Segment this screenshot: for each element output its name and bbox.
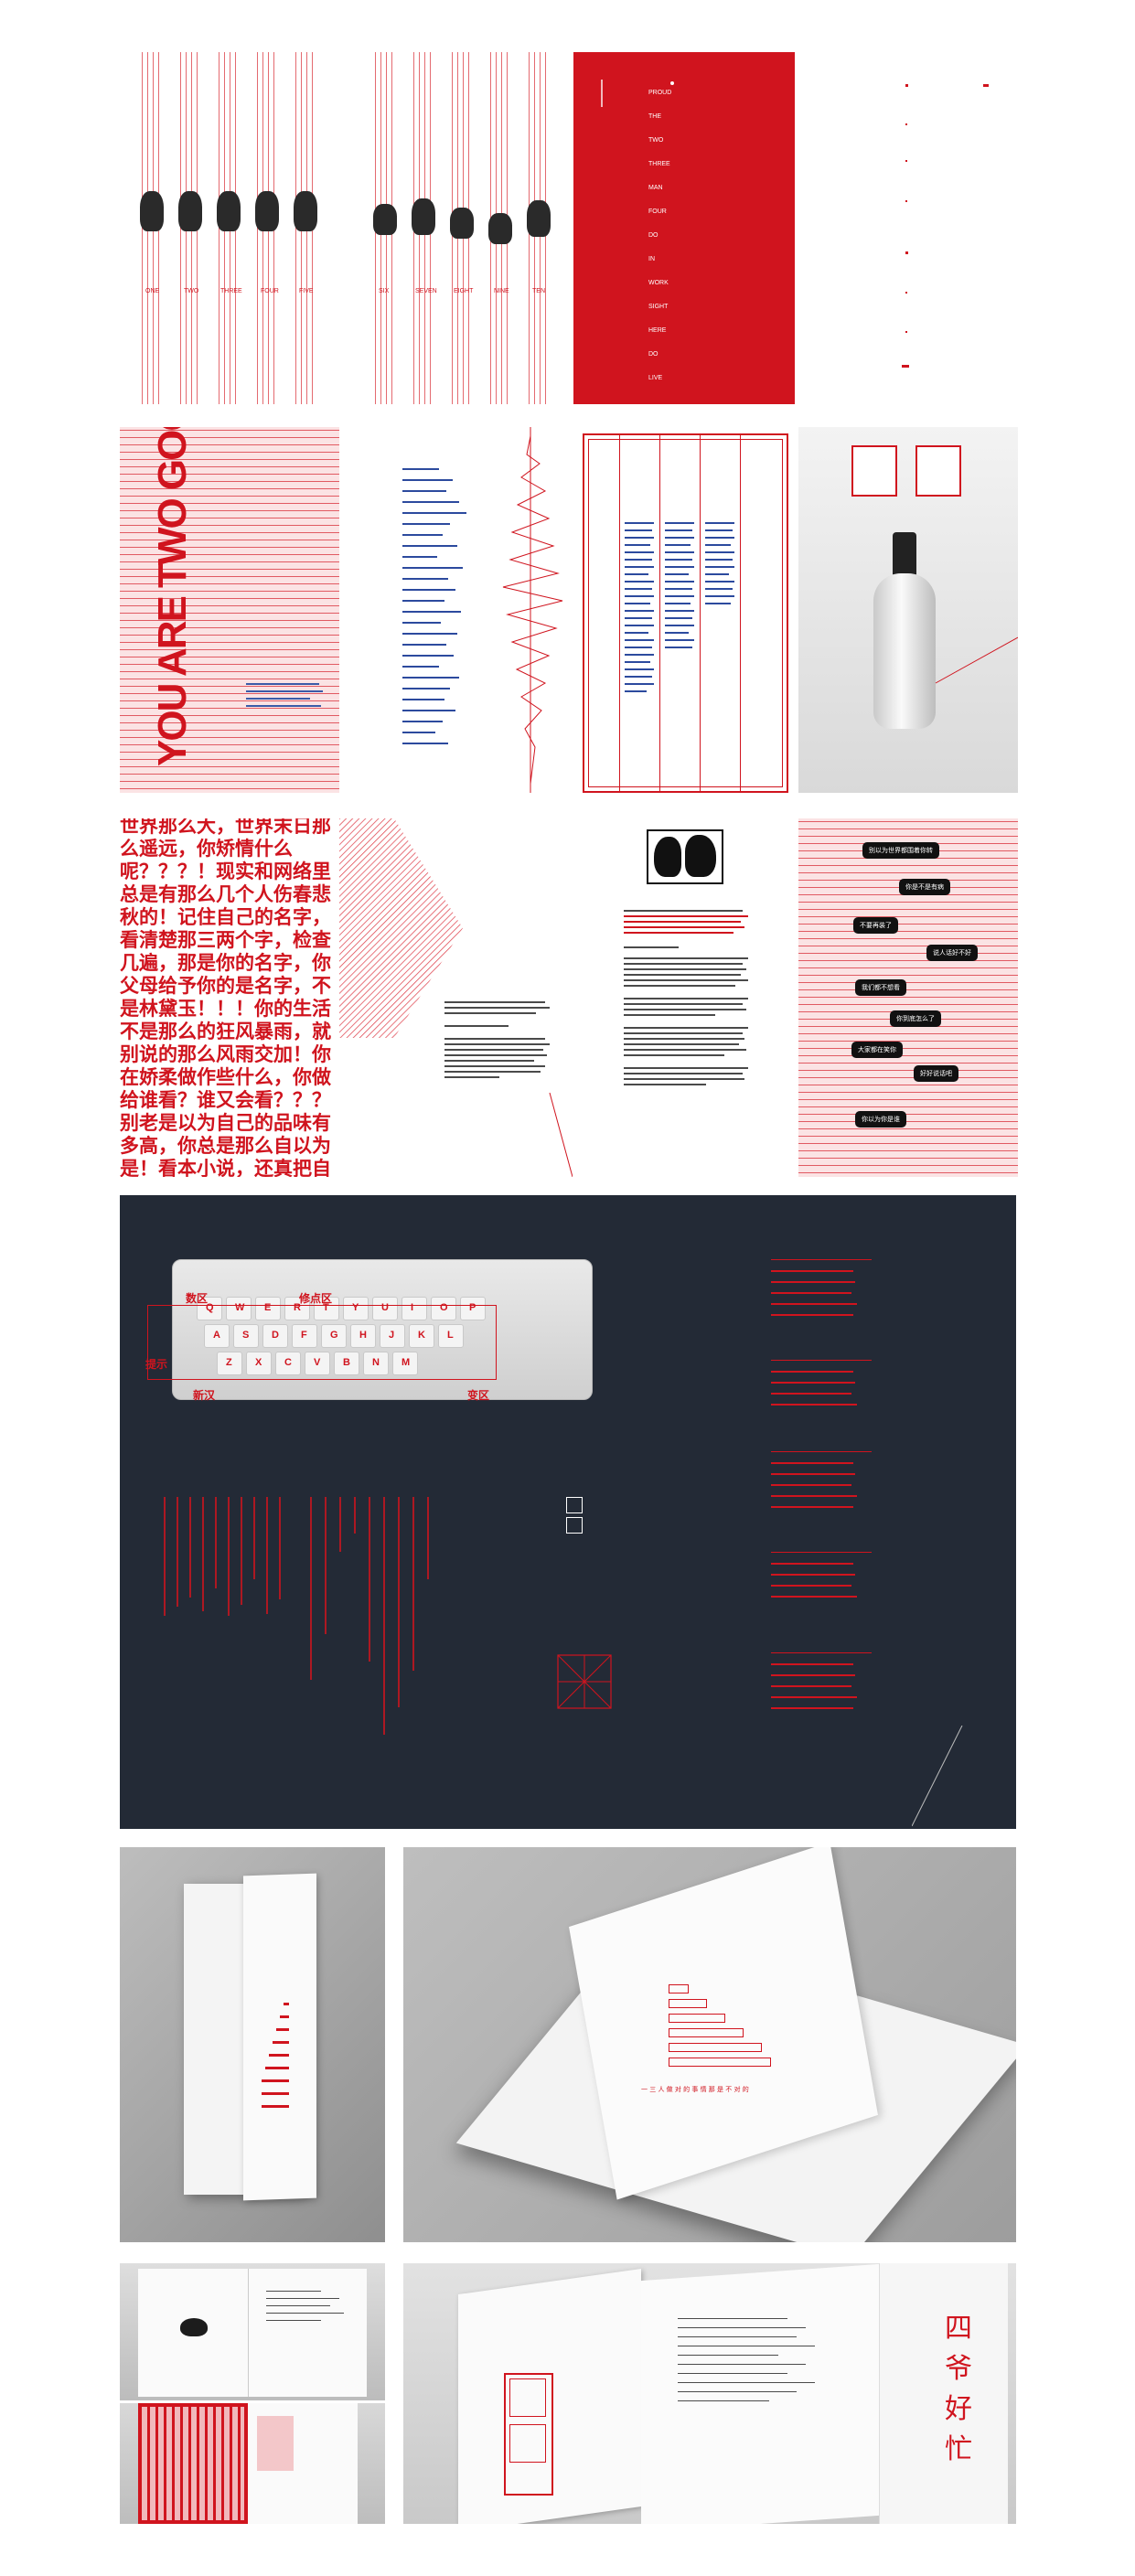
keyboard-zone-label: 修点区 xyxy=(299,1292,333,1305)
keyboard-zone-label: 提示 xyxy=(145,1358,168,1371)
two-goods-heading: YOU ARE TWO GOODS! xyxy=(150,427,195,766)
sleeve-label: TEN xyxy=(532,288,545,294)
photo-book-spine: 四爷好忙 xyxy=(403,2263,1016,2524)
waveform-graphic xyxy=(502,427,563,793)
chat-bubble: 我们都不想看 xyxy=(855,979,906,996)
keyboard-zone-label: 新汉 xyxy=(193,1389,216,1402)
keyboard-zone-label: 变区 xyxy=(467,1389,490,1402)
tile-keyboard-spread: QWERTYUIOPASDFGHJKLZXCVBNM 数区 修点区 提示 新汉 … xyxy=(120,1195,1016,1829)
fold-caption: 一 三 人 做 对 的 事 情 那 是 不 对 的 xyxy=(641,2086,749,2093)
hand-gesture-icon xyxy=(450,208,474,239)
arrow-graphic xyxy=(339,818,573,1177)
sleeve-label: SIX xyxy=(379,288,390,294)
hand-gesture-icon xyxy=(217,191,241,231)
keyboard-zone-label: 数区 xyxy=(186,1292,209,1305)
portrait-illustration xyxy=(647,829,723,884)
chat-bubble: 你以为你是谁 xyxy=(855,1111,906,1128)
chat-bubble: 你到底怎么了 xyxy=(890,1010,941,1027)
red-panel-word: WORK xyxy=(648,280,669,286)
tile-arrow-page xyxy=(339,818,573,1177)
tile-dotted-column xyxy=(814,52,1033,404)
tile-columns-page xyxy=(583,433,788,793)
hand-gesture-icon xyxy=(294,191,317,231)
hand-gesture-icon xyxy=(373,204,397,235)
sleeve-label: THREE xyxy=(220,288,242,294)
red-panel-word: LIVE xyxy=(648,375,663,381)
red-panel-word-list: PROUD THE TWO THREE MAN FOUR DO IN WORK SIGHT HERE… xyxy=(648,81,685,390)
grid-glyph-icon xyxy=(557,1654,612,1709)
red-panel-word: PROUD xyxy=(648,90,672,96)
tile-portrait-article xyxy=(583,818,793,1177)
chat-bubble: 大家都在笑你 xyxy=(851,1042,903,1058)
sleeve-label: FIVE xyxy=(299,288,314,294)
hand-gesture-icon xyxy=(178,191,202,231)
chat-bubble: 好好说话吧 xyxy=(914,1065,958,1082)
tile-big-red-text: 世界那么大，世界末日那么遥远，你矫情什么呢？？？！现实和网络里总是有那么几个人伤… xyxy=(120,818,339,1177)
red-panel-word: FOUR xyxy=(648,208,667,215)
sleeve-label: ONE xyxy=(145,288,160,294)
chat-bubble: 你是不是有病 xyxy=(899,879,950,895)
sleeve-label: TWO xyxy=(184,288,199,294)
red-panel-word: HERE xyxy=(648,327,667,334)
book-spine-title: 四爷好忙 xyxy=(945,2313,972,2465)
hand-gesture-icon xyxy=(488,213,512,244)
hand-gesture-icon xyxy=(412,198,435,235)
red-panel-word: DO xyxy=(648,232,659,239)
red-panel-word: DO xyxy=(648,351,659,358)
red-panel-word: MAN xyxy=(648,185,663,191)
hand-gesture-icon xyxy=(255,191,279,231)
photo-book-open-1 xyxy=(120,2263,385,2400)
tile-chat-bubbles: 别以为世界都围着你转 你是不是有病 不要再装了 说人话好不好 我们都不想看 你到… xyxy=(798,818,1018,1177)
tile-bottle-photo xyxy=(798,427,1018,793)
chat-bubble: 别以为世界都围着你转 xyxy=(862,842,939,859)
tile-waveform xyxy=(366,427,573,793)
tile-sleeves-hands-1: ONE TWO THREE FOUR FIVE xyxy=(133,52,339,404)
red-panel-word: SIGHT xyxy=(648,304,669,310)
red-panel-word: TWO xyxy=(648,137,664,144)
tile-red-panel: PROUD THE TWO THREE MAN FOUR DO IN WORK SIGHT HERE… xyxy=(573,52,795,404)
tile-two-goods: YOU ARE TWO GOODS! xyxy=(120,427,339,793)
red-panel-word: THREE xyxy=(648,161,670,167)
chat-bubble: 不要再装了 xyxy=(853,917,898,934)
sleeve-label: NINE xyxy=(494,288,509,294)
photo-folded-brochure-2: 一 三 人 做 对 的 事 情 那 是 不 对 的 xyxy=(403,1847,1016,2242)
hand-gesture-icon xyxy=(140,191,164,231)
sleeve-label: EIGHT xyxy=(454,288,474,294)
photo-folded-brochure-1 xyxy=(120,1847,385,2242)
hand-gesture-icon xyxy=(527,200,551,237)
tile-sleeves-hands-2: SIX SEVEN EIGHT NINE TEN xyxy=(366,52,573,404)
photo-book-open-2 xyxy=(120,2403,385,2524)
sleeve-label: FOUR xyxy=(261,288,279,294)
chat-bubble: 说人话好不好 xyxy=(926,945,978,961)
red-panel-word: IN xyxy=(648,256,655,262)
big-red-text-block: 世界那么大，世界末日那么遥远，你矫情什么呢？？？！现实和网络里总是有那么几个人伤… xyxy=(120,818,331,1177)
red-panel-word: THE xyxy=(648,113,661,120)
sleeve-label: SEVEN xyxy=(415,288,437,294)
